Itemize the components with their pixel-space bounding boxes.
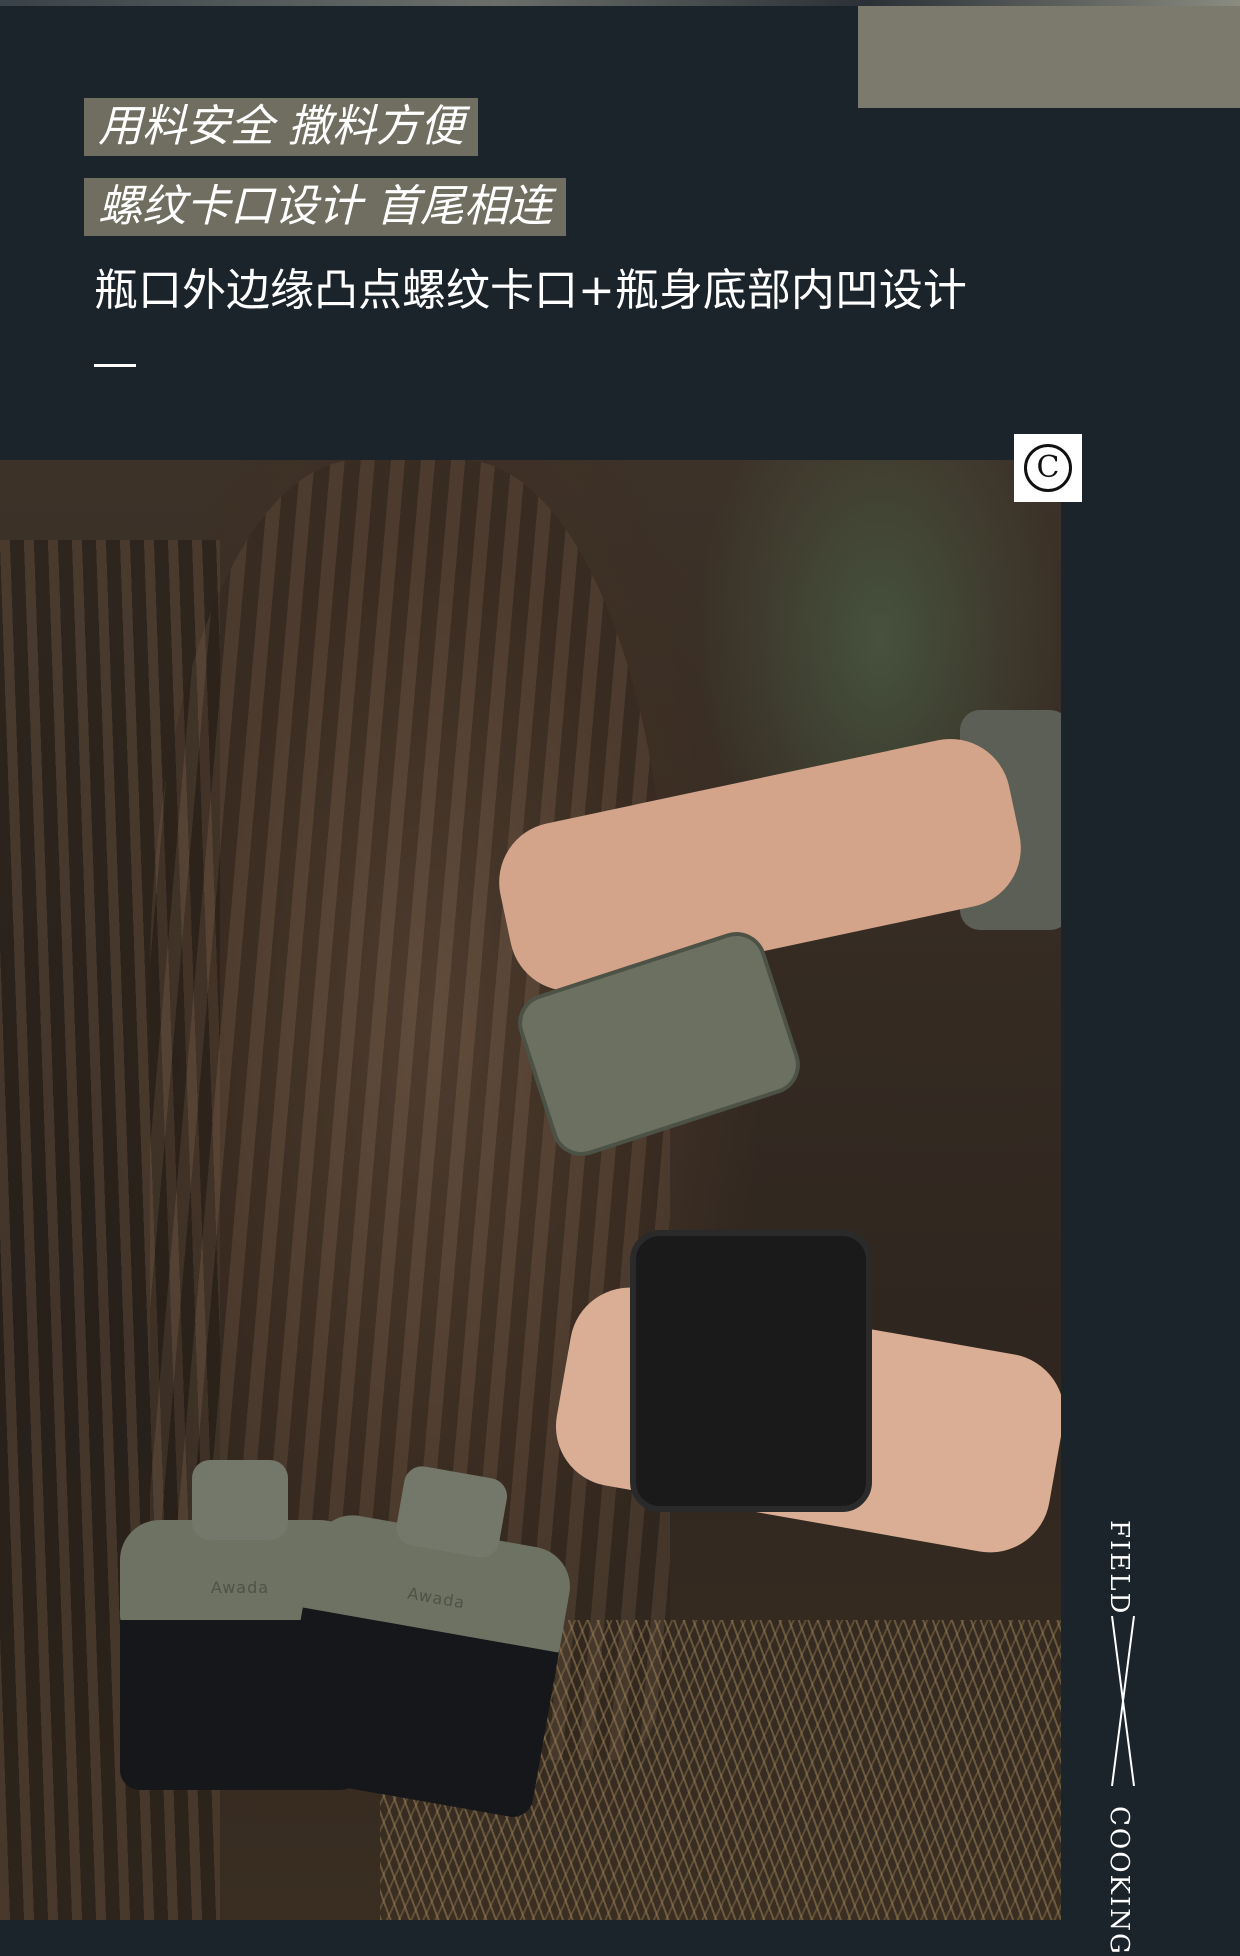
- x-divider-icon: [1111, 1616, 1135, 1786]
- feature-description: 瓶口外边缘凸点螺纹卡口+瓶身底部内凹设计: [94, 265, 967, 316]
- copyright-icon: C: [1024, 444, 1072, 492]
- feature-tag-safety: 用料安全 撒料方便: [84, 98, 478, 156]
- open-jar: [630, 1230, 872, 1512]
- side-label-cooking: COOKING: [1104, 1806, 1134, 1956]
- khaki-accent-block: [858, 6, 1240, 108]
- feature-tag-thread: 螺纹卡口设计 首尾相连: [84, 178, 566, 236]
- side-label-field: FIELD: [1104, 1520, 1134, 1616]
- side-panel: [1061, 460, 1240, 1920]
- product-photo: Awada Awada: [0, 460, 1061, 1920]
- description-dash: [94, 364, 136, 367]
- copyright-badge: C: [1014, 434, 1082, 502]
